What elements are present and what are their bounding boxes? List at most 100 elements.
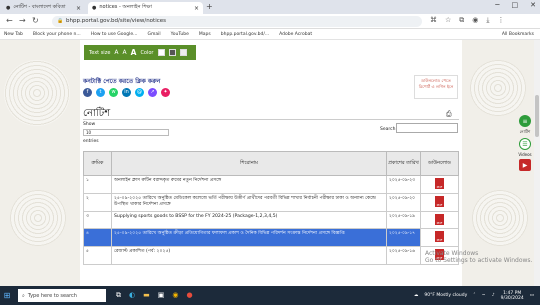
minimize-icon[interactable]: ─ xyxy=(495,1,499,9)
accessibility-bar: Text size A A A Color xyxy=(84,45,196,60)
page-scrollbar[interactable] xyxy=(534,40,540,286)
clock-date: 9/30/2024 xyxy=(500,295,524,301)
print-share-icon[interactable]: ✦ xyxy=(161,88,170,97)
close-tab-icon[interactable]: × xyxy=(76,5,81,12)
entries-select[interactable]: 10 xyxy=(83,129,169,136)
bookmark-item[interactable]: How to use Google... xyxy=(91,32,138,37)
youtube-icon[interactable]: ▶ xyxy=(519,159,531,171)
search-input[interactable] xyxy=(396,123,458,133)
bookmark-item[interactable]: Adobe Acrobat xyxy=(279,32,312,37)
email-icon[interactable]: @ xyxy=(135,88,144,97)
browser-tab[interactable]: ● নোটিশ - বাংলাদেশ কবিতা × xyxy=(2,2,85,14)
bookmark-item[interactable]: Block your phone n... xyxy=(33,32,81,37)
translate-icon[interactable]: ⌘ xyxy=(430,16,437,25)
table-row: ৩ Supplying sports goods to BSSP for the… xyxy=(83,210,459,230)
col-header-serial[interactable]: ক্রমিক xyxy=(83,151,112,176)
bookmark-item[interactable]: bhpp.portal.gov.bd/... xyxy=(221,32,269,37)
chat-icon[interactable]: ☰ xyxy=(519,138,531,150)
taskbar-clock[interactable]: 1:47 PM 9/30/2024 xyxy=(501,291,524,301)
row-serial: ৪ xyxy=(83,228,112,248)
main-content: Text size A A A Color কনটাক্টি পেতে করতে… xyxy=(80,40,462,286)
browser-tab-active[interactable]: ● notices - অনলাইন শিক্ষা × xyxy=(88,2,203,14)
chevron-up-icon[interactable]: ˄ xyxy=(473,293,475,298)
web-page: Text size A A A Color কনটাক্টি পেতে করতে… xyxy=(0,40,540,286)
text-decrease-button[interactable]: A xyxy=(114,49,118,56)
col-header-title[interactable]: শিরোনাম xyxy=(111,151,387,176)
linkedin-icon[interactable]: in xyxy=(122,88,131,97)
tab-favicon-icon: ● xyxy=(92,5,97,11)
close-window-icon[interactable]: ✕ xyxy=(530,1,536,9)
reload-icon[interactable]: ↻ xyxy=(32,16,39,25)
taskbar-search-placeholder: Type here to search xyxy=(27,292,77,299)
bookmark-item[interactable]: Gmail xyxy=(147,32,160,37)
forward-icon[interactable]: → xyxy=(19,16,26,25)
row-title[interactable]: অনলাইন ক্লাস রুটিন বরাদ্দকৃত রুমের নতুন … xyxy=(111,175,387,194)
bookmarks-bar: New Tab Block your phone n... How to use… xyxy=(0,29,540,40)
download-notice-box[interactable]: ডাউনলোড পেতে রিপোর্ট এ লগিন ইনে xyxy=(414,75,458,99)
color-light-button[interactable] xyxy=(179,49,187,56)
search-icon: ⌕ xyxy=(22,292,25,299)
row-title[interactable]: রেজাল্ট প্রকাশিত (পর্ব: ২০২৫) xyxy=(111,246,387,265)
row-download: PDF xyxy=(420,192,459,212)
chrome-icon[interactable]: ◉ xyxy=(172,291,178,300)
text-normal-button[interactable]: A xyxy=(123,49,127,56)
windows-start-icon[interactable]: ⊞ xyxy=(0,286,14,305)
share-icon[interactable]: ↗ xyxy=(148,88,157,97)
color-white-button[interactable] xyxy=(157,49,165,56)
scrollbar-thumb[interactable] xyxy=(535,95,539,137)
bookmark-item[interactable]: YouTube xyxy=(171,32,189,37)
color-dark-button[interactable] xyxy=(168,49,176,56)
decorative-motif xyxy=(4,60,70,126)
print-icon[interactable]: ⎙ xyxy=(446,110,452,119)
decorative-motif xyxy=(10,190,66,246)
notice-board-icon[interactable]: ≡ xyxy=(519,115,531,127)
edge-icon[interactable]: ◐ xyxy=(129,291,135,300)
col-header-download[interactable]: ডাউনলোড xyxy=(420,151,459,176)
pdf-icon[interactable]: PDF xyxy=(435,178,444,189)
row-serial: ১ xyxy=(83,175,112,194)
window-controls: ─ □ ✕ xyxy=(495,1,536,9)
row-download: PDF xyxy=(420,175,459,194)
extensions-icon[interactable]: ⧉ xyxy=(459,16,464,25)
row-date: ২০২৫-০৯-১৭ xyxy=(386,228,421,248)
whatsapp-icon[interactable]: w xyxy=(109,88,118,97)
taskbar-search[interactable]: ⌕ Type here to search xyxy=(18,289,106,302)
volume-icon[interactable]: ♪ xyxy=(492,293,495,298)
bookmark-item[interactable]: New Tab xyxy=(4,32,23,37)
pdf-icon[interactable]: PDF xyxy=(435,231,444,243)
col-header-date[interactable]: প্রকাশের তারিখ xyxy=(386,151,421,176)
all-bookmarks[interactable]: All Bookmarks xyxy=(502,32,534,37)
maximize-icon[interactable]: □ xyxy=(512,1,519,9)
row-title[interactable]: Supplying sports goods to BSSP for the F… xyxy=(111,210,387,230)
text-size-label: Text size xyxy=(89,49,111,56)
pdf-icon[interactable]: PDF xyxy=(435,213,444,225)
row-title[interactable]: ২৫-০৯-২০২৫ তারিখে অনুষ্ঠিত ক্রীড়া প্রতি… xyxy=(111,228,387,248)
new-tab-button[interactable]: + xyxy=(206,2,213,11)
row-serial: ৩ xyxy=(83,210,112,230)
twitter-icon[interactable]: t xyxy=(96,88,105,97)
notices-table: ক্রমিক শিরোনাম প্রকাশের তারিখ ডাউনলোড ১ … xyxy=(83,151,459,265)
download-icon[interactable]: ⤓ xyxy=(486,16,489,25)
store-icon[interactable]: ▣ xyxy=(158,291,165,300)
weather-text[interactable]: 90°F Mostly cloudy xyxy=(424,293,467,298)
facebook-icon[interactable]: f xyxy=(83,88,92,97)
profile-icon[interactable]: ◉ xyxy=(472,16,478,25)
pdf-icon[interactable]: PDF xyxy=(435,195,444,207)
star-icon[interactable]: ☆ xyxy=(445,16,451,25)
menu-icon[interactable]: ⋮ xyxy=(498,16,505,25)
text-increase-button[interactable]: A xyxy=(131,48,137,57)
back-icon[interactable]: ← xyxy=(6,16,13,25)
notifications-icon[interactable]: ▭ xyxy=(530,293,534,298)
close-tab-icon[interactable]: × xyxy=(194,5,199,12)
row-date: ২০২৫-০৯-২৩ xyxy=(386,175,421,194)
row-title[interactable]: ২৫-০৯-২০২৫ তারিখে অনুষ্ঠিত মেডিকেল কলেজে… xyxy=(111,192,387,212)
weather-icon[interactable]: ☁ xyxy=(414,293,419,298)
watermark-line2: Go to Settings to activate Windows. xyxy=(425,257,533,264)
url-field[interactable]: 🔒 bhpp.portal.gov.bd/site/view/notices xyxy=(52,16,422,27)
bookmark-item[interactable]: Maps xyxy=(199,32,211,37)
task-view-icon[interactable]: ⧉ xyxy=(116,291,121,300)
file-explorer-icon[interactable]: ▬ xyxy=(143,291,150,300)
network-icon[interactable]: ⌔ xyxy=(482,293,486,299)
institution-link[interactable]: কনটাক্টি পেতে করতে ক্লিক করুন xyxy=(83,76,160,87)
app-icon[interactable]: ● xyxy=(186,291,192,300)
